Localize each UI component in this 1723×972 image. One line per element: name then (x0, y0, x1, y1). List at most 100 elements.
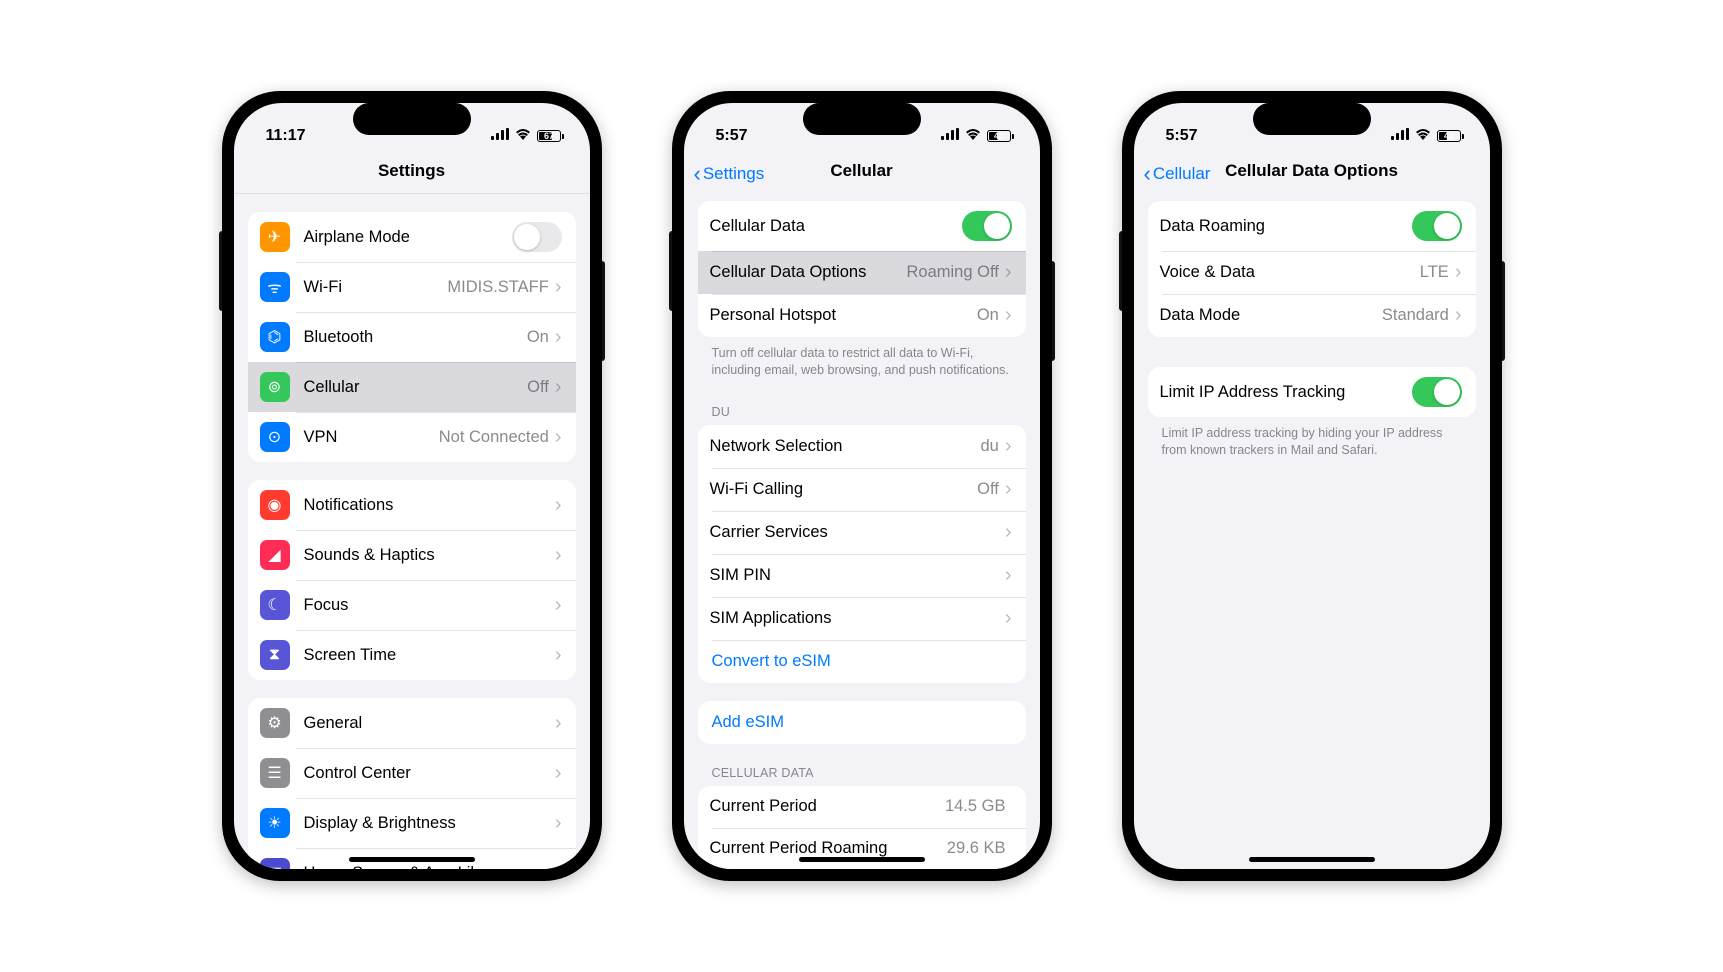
add-esim-link[interactable]: Add eSIM (698, 701, 1026, 744)
settings-row[interactable]: ⚙General› (248, 698, 576, 748)
convert-esim-link[interactable]: Convert to eSIM (698, 640, 1026, 683)
row-label: Cellular Data Options (710, 263, 907, 282)
settings-row[interactable]: SIM PIN› (698, 554, 1026, 597)
chevron-left-icon: ‹ (1144, 161, 1151, 187)
ip-tracking-group: Limit IP Address Tracking (1148, 367, 1476, 417)
battery-icon: 42 (1437, 130, 1464, 142)
row-value: On (977, 306, 999, 325)
settings-row[interactable]: Data Roaming (1148, 201, 1476, 251)
vpn-icon: ⊙ (260, 422, 290, 452)
row-value: Standard (1382, 306, 1449, 325)
settings-row[interactable]: Carrier Services› (698, 511, 1026, 554)
settings-row[interactable]: ☀Display & Brightness› (248, 798, 576, 848)
row-label: SIM Applications (710, 609, 1005, 628)
hourglass-icon: ⧗ (260, 640, 290, 670)
settings-row[interactable]: Current Period Roaming29.6 KB (698, 828, 1026, 869)
row-label: General (304, 714, 555, 733)
bluetooth-icon: ⌬ (260, 322, 290, 352)
moon-icon: ☾ (260, 590, 290, 620)
settings-row[interactable]: ⊚CellularOff› (248, 362, 576, 412)
home-indicator[interactable] (349, 857, 475, 862)
row-label: Network Selection (710, 437, 981, 456)
phone-cellular: 5:57 43 ‹ Settings Cellular Cellular Dat… (672, 91, 1052, 881)
cellular-icon: ⊚ (260, 372, 290, 402)
back-button[interactable]: ‹ Cellular (1144, 161, 1211, 187)
chevron-right-icon: › (1005, 478, 1012, 501)
settings-row[interactable]: ◉Notifications› (248, 480, 576, 530)
speaker-icon: ◢ (260, 540, 290, 570)
settings-row[interactable]: Cellular Data (698, 201, 1026, 251)
row-label: Current Period Roaming (710, 839, 947, 858)
signal-icon (1391, 127, 1409, 145)
chevron-right-icon: › (555, 862, 562, 870)
settings-row[interactable]: Voice & DataLTE› (1148, 251, 1476, 294)
cellular-usage-header: CELLULAR DATA (698, 744, 1026, 786)
notifications-group: ◉Notifications›◢Sounds & Haptics› ☾ Focus ›… (248, 480, 576, 680)
settings-row[interactable]: Personal HotspotOn› (698, 294, 1026, 337)
settings-row[interactable]: Limit IP Address Tracking (1148, 367, 1476, 417)
settings-row[interactable]: ✈Airplane Mode (248, 212, 576, 262)
row-label: Personal Hotspot (710, 306, 977, 325)
wifi-icon: ᯤ (260, 272, 290, 302)
settings-row[interactable]: ⊙ VPNNot Connected › (248, 412, 576, 462)
chevron-right-icon: › (1005, 607, 1012, 630)
row-value: 29.6 KB (947, 839, 1006, 858)
settings-row[interactable]: Cellular Data OptionsRoaming Off › (698, 251, 1026, 294)
row-label: VPN (304, 428, 439, 447)
settings-row[interactable]: ◢Sounds & Haptics› (248, 530, 576, 580)
row-label: Focus (304, 596, 555, 615)
toggle[interactable] (1412, 211, 1462, 241)
page-title: Cellular (830, 161, 892, 180)
page-title: Cellular Data Options (1225, 161, 1398, 180)
toggle[interactable] (962, 211, 1012, 241)
dynamic-island (803, 103, 921, 135)
row-label: Notifications (304, 496, 555, 515)
ip-tracking-footer: Limit IP address tracking by hiding your… (1148, 417, 1476, 463)
home-indicator[interactable] (799, 857, 925, 862)
battery-icon: 67 (537, 130, 564, 142)
chevron-right-icon: › (555, 712, 562, 735)
row-label: Screen Time (304, 646, 555, 665)
settings-row[interactable]: ☰Control Center› (248, 748, 576, 798)
cellular-data-footer: Turn off cellular data to restrict all d… (698, 337, 1026, 383)
status-time: 5:57 (716, 127, 748, 145)
grid-icon: ▦ (260, 858, 290, 869)
row-label: SIM PIN (710, 566, 1005, 585)
chevron-right-icon: › (1005, 261, 1012, 284)
row-label: Bluetooth (304, 328, 527, 347)
row-label: Wi-Fi Calling (710, 480, 978, 499)
row-value: Not Connected (439, 428, 549, 447)
chevron-right-icon: › (555, 326, 562, 349)
chevron-right-icon: › (555, 376, 562, 399)
wifi-status-icon (965, 127, 981, 145)
settings-row[interactable]: ᯤWi-FiMIDIS.STAFF› (248, 262, 576, 312)
carrier-group: Network Selectiondu›Wi-Fi CallingOff›Car… (698, 425, 1026, 683)
chevron-right-icon: › (555, 544, 562, 567)
general-group: ⚙General›☰Control Center›☀Display & Brig… (248, 698, 576, 869)
settings-row[interactable]: ⌬BluetoothOn› (248, 312, 576, 362)
row-label: Current Period (710, 797, 945, 816)
chevron-right-icon: › (555, 812, 562, 835)
data-options-group: Data RoamingVoice & DataLTE›Data ModeSta… (1148, 201, 1476, 337)
phone-settings: 11:17 67 Settings ✈Airplane ModeᯤWi-FiMI… (222, 91, 602, 881)
page-title: Settings (234, 153, 590, 194)
row-label: Control Center (304, 764, 555, 783)
settings-row[interactable]: ⧗Screen Time› (248, 630, 576, 680)
row-value: MIDIS.STAFF (447, 278, 548, 297)
settings-row[interactable]: SIM Applications› (698, 597, 1026, 640)
home-indicator[interactable] (1249, 857, 1375, 862)
row-value: Roaming Off (907, 263, 999, 282)
toggle[interactable] (1412, 377, 1462, 407)
row-value: LTE (1420, 263, 1449, 282)
back-button[interactable]: ‹ Settings (694, 161, 765, 187)
settings-row[interactable]: Network Selectiondu› (698, 425, 1026, 468)
chevron-right-icon: › (1005, 564, 1012, 587)
settings-row[interactable]: Data ModeStandard› (1148, 294, 1476, 337)
settings-row[interactable]: Wi-Fi CallingOff› (698, 468, 1026, 511)
settings-row[interactable]: Current Period14.5 GB (698, 786, 1026, 828)
toggle[interactable] (512, 222, 562, 252)
battery-icon: 43 (987, 130, 1014, 142)
chevron-right-icon: › (555, 426, 562, 449)
settings-row[interactable]: ☾Focus› (248, 580, 576, 630)
switches-icon: ☰ (260, 758, 290, 788)
